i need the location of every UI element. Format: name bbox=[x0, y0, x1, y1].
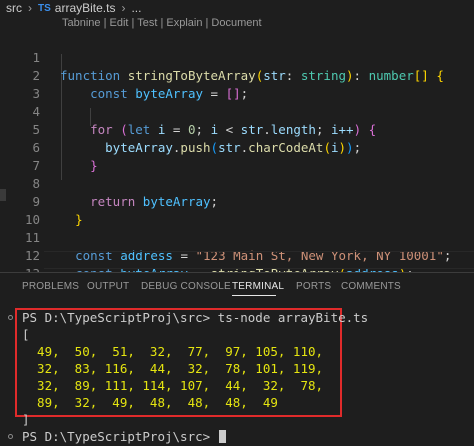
code-line-current: 14 console.log(byteArray); bbox=[0, 251, 474, 321]
chevron-right-icon: › bbox=[28, 1, 32, 15]
typescript-file-icon: TS bbox=[38, 2, 51, 14]
tab-output[interactable]: OUTPUT bbox=[87, 281, 129, 292]
codelens-actions[interactable]: Tabnine | Edit | Test | Explain | Docume… bbox=[62, 17, 262, 29]
code-line: 10 bbox=[0, 193, 474, 227]
terminal-array-row: 32, 89, 111, 114, 107, 44, 32, 78, bbox=[22, 378, 324, 393]
code-line: 3 bbox=[0, 67, 474, 101]
panel-tabs: PROBLEMS OUTPUT DEBUG CONSOLE TERMINAL P… bbox=[0, 273, 474, 299]
code-editor[interactable]: Tabnine | Edit | Test | Explain | Docume… bbox=[0, 16, 474, 321]
terminal-line: ] bbox=[22, 412, 30, 427]
code-line: 4 for (let i = 0; i < str.length; i++) { bbox=[0, 85, 474, 137]
active-tab-indicator bbox=[232, 295, 276, 296]
code-line: 5 byteArray.push(str.charCodeAt(i)); bbox=[0, 103, 474, 155]
code-line: 2 const byteArray = []; bbox=[0, 49, 474, 101]
terminal-prompt: PS D:\TypeScriptProj\src> bbox=[22, 310, 211, 325]
tab-comments[interactable]: COMMENTS bbox=[341, 281, 401, 292]
terminal-line: PS D:\TypeScriptProj\src> ts-node arrayB… bbox=[22, 310, 368, 327]
tab-ports[interactable]: PORTS bbox=[296, 281, 331, 292]
breadcrumb-more[interactable]: ... bbox=[131, 1, 141, 15]
terminal-array-row: 49, 50, 51, 32, 77, 97, 105, 110, bbox=[22, 344, 324, 359]
tab-terminal[interactable]: TERMINAL bbox=[232, 281, 284, 292]
tab-debug-console[interactable]: DEBUG CONSOLE bbox=[141, 281, 231, 292]
current-line-highlight bbox=[44, 251, 474, 269]
code-line: 1 function stringToByteArray(str: string… bbox=[0, 31, 474, 83]
command-decoration-icon[interactable] bbox=[8, 434, 13, 439]
terminal-prompt: PS D:\TypeScriptProj\src> bbox=[22, 429, 211, 444]
code-line: 11 const address = "123 Main St, New Yor… bbox=[0, 211, 474, 263]
code-line: 9 } bbox=[0, 175, 474, 227]
terminal-command: ts-node arrayBite.ts bbox=[210, 310, 369, 325]
terminal-array-row: 89, 32, 49, 48, 48, 48, 49 bbox=[22, 395, 278, 410]
code-line: 6 } bbox=[0, 121, 474, 173]
terminal-array-row: 32, 83, 116, 44, 32, 78, 101, 119, bbox=[22, 361, 324, 376]
breadcrumb: src › TS arrayBite.ts › ... bbox=[0, 0, 474, 16]
code-line: 7 bbox=[0, 139, 474, 173]
command-decoration-icon[interactable] bbox=[8, 315, 13, 320]
terminal-cursor bbox=[218, 430, 226, 443]
code-line: 12 const byteArray = stringToByteArray(a… bbox=[0, 229, 474, 281]
breadcrumb-file[interactable]: arrayBite.ts bbox=[55, 1, 116, 15]
bottom-panel: PROBLEMS OUTPUT DEBUG CONSOLE TERMINAL P… bbox=[0, 272, 474, 444]
code-line: 8 return byteArray; bbox=[0, 157, 474, 209]
terminal-line: [ bbox=[22, 327, 30, 342]
chevron-right-icon: › bbox=[121, 1, 126, 15]
breadcrumb-folder[interactable]: src bbox=[6, 1, 22, 15]
terminal-line: PS D:\TypeScriptProj\src> bbox=[22, 429, 226, 446]
tab-problems[interactable]: PROBLEMS bbox=[22, 281, 79, 292]
